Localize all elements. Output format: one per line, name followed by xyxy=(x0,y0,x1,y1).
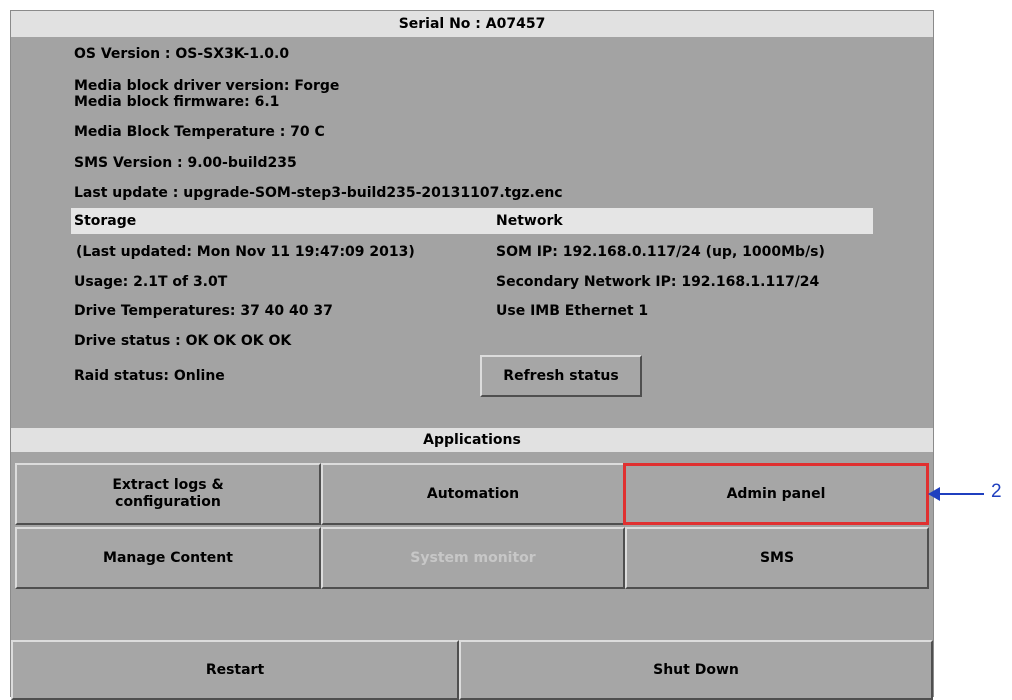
extract-logs-button[interactable]: Extract logs & configuration xyxy=(15,463,321,525)
ethernet-setting: Use IMB Ethernet 1 xyxy=(496,303,649,319)
restart-button[interactable]: Restart xyxy=(11,640,459,700)
last-update: Last update : upgrade-SOM-step3-build235… xyxy=(74,185,563,201)
refresh-status-button[interactable]: Refresh status xyxy=(480,355,642,397)
storage-network-header-bar xyxy=(71,208,873,234)
applications-header: Applications xyxy=(11,428,933,452)
os-version: OS Version : OS-SX3K-1.0.0 xyxy=(74,46,290,62)
admin-panel-button[interactable]: Admin panel xyxy=(623,463,929,525)
extract-logs-label-line1: Extract logs & xyxy=(112,477,224,493)
manage-content-button[interactable]: Manage Content xyxy=(15,527,321,589)
storage-last-updated: (Last updated: Mon Nov 11 19:47:09 2013) xyxy=(76,244,415,260)
raid-status: Raid status: Online xyxy=(74,368,225,384)
automation-button[interactable]: Automation xyxy=(321,463,625,525)
media-block-driver-version: Media block driver version: Forge xyxy=(74,78,340,94)
shut-down-button[interactable]: Shut Down xyxy=(459,640,933,700)
media-block-firmware: Media block firmware: 6.1 xyxy=(74,94,280,110)
extract-logs-label-line2: configuration xyxy=(115,494,221,510)
serial-number-header: Serial No : A07457 xyxy=(11,11,933,37)
drive-status: Drive status : OK OK OK OK xyxy=(74,333,292,349)
sms-version: SMS Version : 9.00-build235 xyxy=(74,155,297,171)
media-block-temperature: Media Block Temperature : 70 C xyxy=(74,124,325,140)
drive-temperatures: Drive Temperatures: 37 40 40 37 xyxy=(74,303,333,319)
network-heading: Network xyxy=(496,213,563,229)
secondary-network-ip: Secondary Network IP: 192.168.1.117/24 xyxy=(496,274,820,290)
callout-number: 2 xyxy=(991,481,1002,502)
status-screen: Serial No : A07457 OS Version : OS-SX3K-… xyxy=(10,10,934,700)
storage-heading: Storage xyxy=(74,213,137,229)
sms-button[interactable]: SMS xyxy=(625,527,929,589)
system-monitor-button[interactable]: System monitor xyxy=(321,527,625,589)
som-ip: SOM IP: 192.168.0.117/24 (up, 1000Mb/s) xyxy=(496,244,825,260)
storage-usage: Usage: 2.1T of 3.0T xyxy=(74,274,228,290)
